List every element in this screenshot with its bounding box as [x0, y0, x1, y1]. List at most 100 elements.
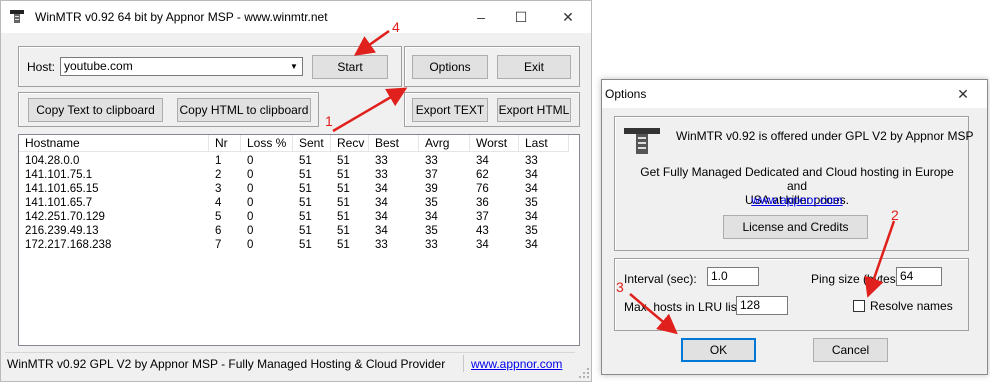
cell-nr: 4	[215, 197, 222, 209]
host-label: Host:	[27, 60, 56, 74]
table-row[interactable]: 216.239.49.13 6 0 51 51 34 35 43 35	[19, 224, 579, 238]
host-dropdown-button[interactable]: ▼	[286, 58, 302, 75]
cell-nr: 7	[215, 239, 222, 251]
app-icon	[10, 10, 24, 23]
maximize-icon[interactable]: ☐	[511, 7, 531, 27]
annotation-2: 2	[891, 207, 899, 223]
column-header-avrg[interactable]: Avrg	[419, 135, 470, 152]
cell-worst: 36	[476, 197, 489, 209]
table-row[interactable]: 141.101.75.1 2 0 51 51 33 37 62 34	[19, 168, 579, 182]
results-table[interactable]: Hostname Nr Loss % Sent Recv Best Avrg W…	[18, 134, 580, 346]
cell-best: 33	[375, 239, 388, 251]
cell-avrg: 33	[425, 239, 438, 251]
cell-sent: 51	[299, 169, 312, 181]
cell-avrg: 33	[425, 155, 438, 167]
column-header-hostname[interactable]: Hostname	[19, 135, 209, 152]
close-icon[interactable]: ✕	[558, 7, 578, 27]
cell-last: 35	[525, 197, 538, 209]
cancel-button[interactable]: Cancel	[813, 338, 888, 362]
license-credits-button[interactable]: License and Credits	[723, 215, 868, 239]
copy-html-button[interactable]: Copy HTML to clipboard	[177, 98, 311, 122]
column-header-worst[interactable]: Worst	[470, 135, 519, 152]
cell-sent: 51	[299, 211, 312, 223]
cell-hostname: 141.101.65.15	[25, 183, 99, 195]
column-header-best[interactable]: Best	[369, 135, 419, 152]
appnor-link[interactable]: www.appnor.com	[751, 193, 842, 207]
interval-label: Interval (sec):	[624, 272, 697, 286]
cell-sent: 51	[299, 183, 312, 195]
cell-avrg: 39	[425, 183, 438, 195]
column-header-nr[interactable]: Nr	[209, 135, 241, 152]
cell-loss: 0	[247, 155, 254, 167]
interval-value: 1.0	[711, 269, 728, 283]
column-header-last[interactable]: Last	[519, 135, 569, 152]
winmtr-main-window: WinMTR v0.92 64 bit by Appnor MSP - www.…	[0, 0, 592, 382]
start-button[interactable]: Start	[312, 55, 388, 79]
status-text: WinMTR v0.92 GPL V2 by Appnor MSP - Full…	[7, 357, 446, 371]
cell-sent: 51	[299, 155, 312, 167]
max-hosts-value: 128	[740, 298, 761, 312]
cell-last: 34	[525, 211, 538, 223]
cell-best: 34	[375, 225, 388, 237]
interval-input[interactable]: 1.0	[707, 267, 759, 286]
max-hosts-input[interactable]: 128	[736, 296, 788, 315]
annotation-1: 1	[325, 113, 333, 129]
cell-best: 34	[375, 197, 388, 209]
cell-loss: 0	[247, 211, 254, 223]
export-html-button[interactable]: Export HTML	[497, 98, 571, 122]
resolve-names-checkbox[interactable]	[853, 300, 865, 312]
cell-loss: 0	[247, 225, 254, 237]
cell-recv: 51	[337, 211, 350, 223]
cell-hostname: 172.217.168.238	[25, 239, 112, 251]
options-titlebar: Options ✕	[602, 80, 987, 108]
cell-loss: 0	[247, 183, 254, 195]
cell-sent: 51	[299, 197, 312, 209]
cell-last: 34	[525, 183, 538, 195]
cell-loss: 0	[247, 239, 254, 251]
column-header-sent[interactable]: Sent	[293, 135, 331, 152]
table-row[interactable]: 141.101.65.7 4 0 51 51 34 35 36 35	[19, 196, 579, 210]
table-row[interactable]: 172.217.168.238 7 0 51 51 33 33 34 34	[19, 238, 579, 252]
ping-size-input[interactable]: 64	[896, 267, 942, 286]
copy-text-button[interactable]: Copy Text to clipboard	[28, 98, 163, 122]
column-header-recv[interactable]: Recv	[331, 135, 369, 152]
table-row[interactable]: 141.101.65.15 3 0 51 51 34 39 76 34	[19, 182, 579, 196]
cell-worst: 37	[476, 211, 489, 223]
cell-avrg: 35	[425, 225, 438, 237]
cell-worst: 34	[476, 239, 489, 251]
cell-nr: 3	[215, 183, 222, 195]
ok-button[interactable]: OK	[681, 338, 756, 362]
table-row[interactable]: 142.251.70.129 5 0 51 51 34 34 37 34	[19, 210, 579, 224]
cell-recv: 51	[337, 155, 350, 167]
exit-button[interactable]: Exit	[497, 55, 571, 79]
cell-last: 34	[525, 239, 538, 251]
table-row[interactable]: 104.28.0.0 1 0 51 51 33 33 34 33	[19, 154, 579, 168]
cell-hostname: 141.101.65.7	[25, 197, 93, 209]
cell-last: 34	[525, 169, 538, 181]
cell-best: 34	[375, 211, 388, 223]
cell-recv: 51	[337, 197, 350, 209]
export-text-button[interactable]: Export TEXT	[412, 98, 488, 122]
annotation-3: 3	[616, 279, 624, 295]
column-header-loss[interactable]: Loss %	[241, 135, 293, 152]
options-close-icon[interactable]: ✕	[953, 84, 973, 104]
cell-last: 35	[525, 225, 538, 237]
status-link[interactable]: www.appnor.com	[471, 357, 562, 371]
promo-line-1: Get Fully Managed Dedicated and Cloud ho…	[640, 165, 954, 193]
host-input[interactable]: youtube.com	[60, 57, 303, 76]
options-dialog: Options ✕ WinMTR v0.92 is offered under …	[601, 79, 988, 375]
cell-nr: 2	[215, 169, 222, 181]
options-button[interactable]: Options	[412, 55, 488, 79]
cell-recv: 51	[337, 225, 350, 237]
host-value: youtube.com	[64, 59, 133, 73]
cell-hostname: 141.101.75.1	[25, 169, 93, 181]
cell-worst: 76	[476, 183, 489, 195]
minimize-icon[interactable]: –	[471, 7, 491, 27]
cell-hostname: 216.239.49.13	[25, 225, 99, 237]
resize-grip-icon[interactable]	[578, 367, 590, 379]
main-titlebar: WinMTR v0.92 64 bit by Appnor MSP - www.…	[1, 1, 591, 33]
cell-best: 34	[375, 183, 388, 195]
cell-last: 33	[525, 155, 538, 167]
cell-loss: 0	[247, 197, 254, 209]
cell-hostname: 104.28.0.0	[25, 155, 80, 167]
